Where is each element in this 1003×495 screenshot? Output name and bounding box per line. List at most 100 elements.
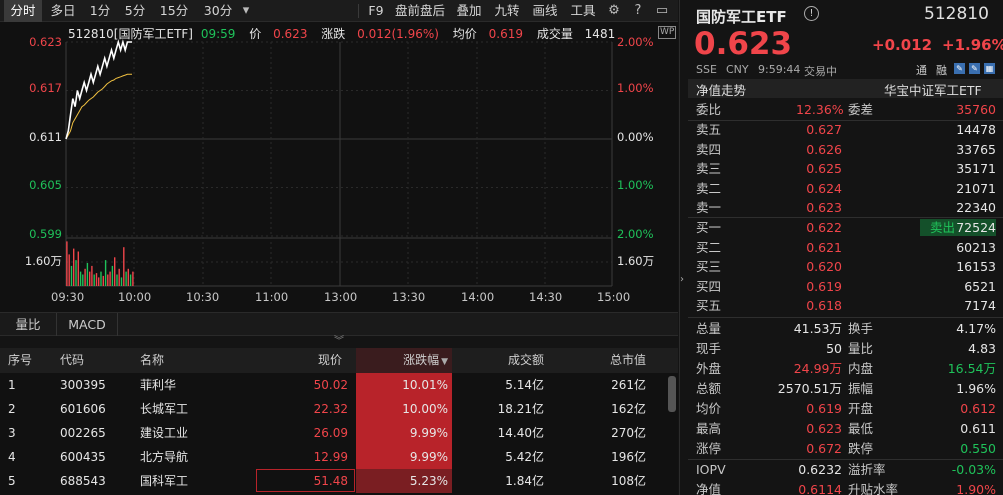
row-turnover: 18.21亿: [497, 402, 544, 416]
volume-bar: [116, 274, 118, 286]
stat-row: 涨停 0.672 跌停 0.550: [680, 439, 1003, 459]
row-index: 1: [8, 378, 16, 392]
settings-icon[interactable]: ⚙: [606, 3, 622, 19]
col-header-change-pct-label: 涨跌幅: [403, 353, 440, 367]
bid-volume: 16153: [956, 259, 996, 274]
volume-bar: [82, 274, 84, 286]
bid-row[interactable]: 买三 0.620 16153: [680, 257, 1003, 277]
nav-trend-label[interactable]: 净值走势: [696, 80, 746, 99]
bid-price: 0.620: [806, 259, 842, 274]
f9-button[interactable]: F9: [364, 0, 388, 22]
pre-post-market-button[interactable]: 盘前盘后: [392, 0, 448, 22]
tab-macd[interactable]: MACD: [56, 313, 118, 336]
nine-turn-button[interactable]: 九转: [492, 0, 522, 22]
period-1min-button[interactable]: 1分: [86, 0, 114, 22]
volume-bar: [132, 271, 134, 286]
ask-row[interactable]: 卖二 0.624 21071: [680, 179, 1003, 199]
volume-bar: [129, 274, 132, 286]
ask-level-label: 卖一: [696, 200, 722, 215]
x-tick: 13:30: [392, 290, 426, 304]
ask-row[interactable]: 卖一 0.623 22340: [680, 198, 1003, 218]
constituents-table: 序号 代码 名称 现价 涨跌幅 ▼ 成交额 总市值 1 300395 菲利华 50.02…: [0, 348, 678, 495]
row-name: 北方导航: [140, 450, 189, 464]
y-tick-left: 0.605: [29, 178, 62, 192]
bid-volume: 60213: [956, 239, 996, 255]
security-name: 国防军工ETF: [696, 8, 787, 26]
tools-button[interactable]: 工具: [568, 0, 598, 22]
stat-label: 换手: [848, 321, 874, 336]
stat-row: 总额 2570.51万 振幅 1.96%: [680, 379, 1003, 399]
row-turnover: 5.14亿: [505, 378, 544, 392]
overlay-button[interactable]: 叠加: [454, 0, 484, 22]
volume-bar: [86, 263, 89, 286]
period-15min-button[interactable]: 15分: [156, 0, 192, 22]
row-market-cap: 162亿: [611, 402, 646, 416]
bid-level-label: 买三: [696, 259, 722, 274]
bid-price: 0.619: [806, 278, 842, 294]
edit-icon[interactable]: ✎: [969, 63, 980, 74]
period-intraday-button[interactable]: 分时: [4, 0, 42, 22]
row-name: 长城军工: [140, 402, 189, 416]
intraday-chart[interactable]: 512810[国防军工ETF] 09:59 价 0.623 涨跌 0.012(1…: [0, 22, 678, 312]
chevron-down-icon[interactable]: ▾: [238, 3, 254, 19]
col-header-code[interactable]: 代码: [60, 348, 85, 373]
row-change-pct: 10.00%: [402, 402, 448, 416]
ask-volume: 22340: [956, 200, 996, 215]
bid-row[interactable]: 买四 0.619 6521: [680, 277, 1003, 297]
stat-label: 总额: [696, 381, 722, 396]
price-change: +0.012: [872, 36, 933, 54]
y-tick-right: 1.00%: [617, 178, 654, 192]
order-diff-value: 35760: [956, 102, 996, 117]
stat-value: 0.611: [960, 421, 996, 436]
quote-panel: 国防军工ETF ! 512810 0.623 +0.012 +1.96% SSE…: [679, 0, 1003, 495]
help-icon[interactable]: ?: [630, 3, 646, 19]
row-price: 12.99: [313, 450, 348, 464]
x-tick: 13:00: [324, 290, 358, 304]
info-icon[interactable]: !: [804, 6, 819, 21]
stat-label: 最低: [848, 421, 874, 436]
col-header-market-cap[interactable]: 总市值: [610, 348, 647, 373]
edit-icon[interactable]: ✎: [954, 63, 965, 74]
ask-volume: 21071: [956, 180, 996, 196]
bid-row[interactable]: 买一 0.622 卖出 72524: [680, 218, 1003, 238]
table-scrollbar[interactable]: [668, 376, 676, 412]
tab-volume-ratio[interactable]: 量比: [6, 313, 50, 336]
volume-tick-right: 1.60万: [617, 254, 655, 268]
y-tick-left: 0.611: [29, 130, 62, 144]
row-change-pct: 9.99%: [409, 450, 448, 464]
col-header-change-pct[interactable]: 涨跌幅 ▼: [356, 348, 452, 373]
currency-label: CNY: [726, 63, 749, 76]
period-30min-button[interactable]: 30分: [198, 0, 238, 22]
collapse-chevron-icon[interactable]: ︾: [0, 336, 678, 348]
window-icon[interactable]: ▭: [654, 3, 670, 19]
bid-volume: 6521: [964, 278, 996, 294]
volume-bar: [104, 260, 107, 286]
bid-row[interactable]: 买二 0.621 60213: [680, 238, 1003, 258]
panel-expand-icon[interactable]: ›: [680, 274, 688, 288]
volume-bar: [118, 268, 120, 286]
volume-bar: [75, 260, 77, 286]
nav-trend-bar[interactable]: 净值走势 华宝中证军工ETF: [688, 79, 1003, 98]
col-header-price[interactable]: 现价: [318, 348, 343, 373]
ask-row[interactable]: 卖五 0.627 14478: [680, 120, 1003, 140]
row-code: 688543: [60, 474, 106, 488]
ask-level-label: 卖四: [696, 141, 722, 157]
volume-bar: [102, 275, 104, 286]
col-header-index[interactable]: 序号: [8, 348, 33, 373]
period-5min-button[interactable]: 5分: [120, 0, 150, 22]
col-header-turnover[interactable]: 成交额: [508, 348, 545, 373]
period-multiday-button[interactable]: 多日: [46, 0, 80, 22]
chart-canvas: [65, 39, 613, 287]
draw-line-button[interactable]: 画线: [530, 0, 560, 22]
bid-row[interactable]: 买五 0.618 7174: [680, 296, 1003, 316]
stat-value: 50: [826, 341, 842, 356]
row-market-cap: 108亿: [611, 474, 646, 488]
sort-down-icon: ▼: [441, 357, 448, 367]
order-ratio-row: 委比 12.36% 委差 35760: [680, 100, 1003, 120]
ask-row[interactable]: 卖四 0.626 33765: [680, 140, 1003, 160]
col-header-name[interactable]: 名称: [140, 348, 165, 373]
grid-icon[interactable]: ▦: [984, 63, 995, 74]
bid-level-label: 买四: [696, 278, 722, 294]
ask-row[interactable]: 卖三 0.625 35171: [680, 159, 1003, 179]
row-price: 22.32: [313, 402, 348, 416]
